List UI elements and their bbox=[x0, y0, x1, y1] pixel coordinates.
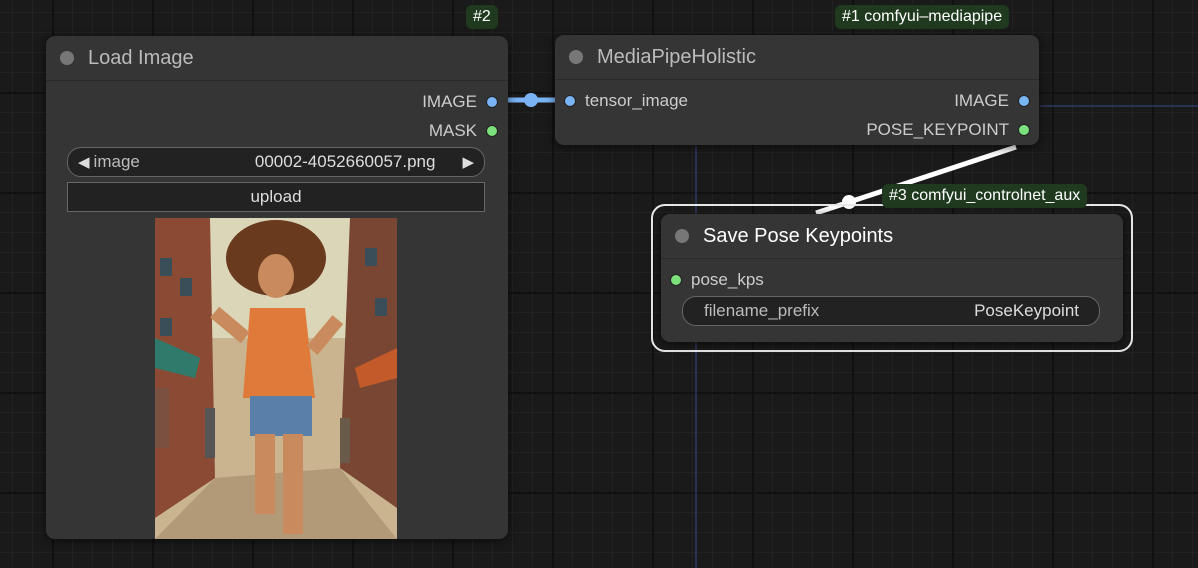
decrement-arrow-icon[interactable]: ◀ bbox=[78, 153, 90, 171]
mediapipe-header[interactable]: MediaPipeHolistic bbox=[555, 35, 1039, 80]
input-label: pose_kps bbox=[691, 270, 764, 289]
image-link-midpoint[interactable] bbox=[524, 93, 538, 107]
load-image-node[interactable]: Load Image IMAGE MASK ◀ image 00002-4052… bbox=[46, 36, 508, 539]
load-image-header[interactable]: Load Image bbox=[46, 36, 508, 81]
mediapipe-holistic-node[interactable]: MediaPipeHolistic tensor_image IMAGE POS… bbox=[555, 35, 1039, 145]
output-slot-icon[interactable] bbox=[486, 125, 498, 137]
input-label: tensor_image bbox=[585, 91, 689, 110]
output-slot-icon[interactable] bbox=[1018, 124, 1030, 136]
widget-value: 00002-4052660057.png bbox=[254, 152, 436, 171]
output-slot-icon[interactable] bbox=[1018, 95, 1030, 107]
collapse-dot-icon[interactable] bbox=[60, 51, 74, 65]
save-pose-keypoints-node[interactable]: Save Pose Keypoints pose_kps filename_pr… bbox=[661, 214, 1123, 342]
image-preview bbox=[155, 218, 397, 539]
input-pose-kps[interactable]: pose_kps bbox=[670, 270, 764, 290]
output-pose-keypoint[interactable]: POSE_KEYPOINT bbox=[866, 120, 1030, 140]
output-slot-icon[interactable] bbox=[486, 96, 498, 108]
filename-prefix-widget[interactable]: filename_prefix PoseKeypoint bbox=[682, 296, 1100, 326]
collapse-dot-icon[interactable] bbox=[675, 229, 689, 243]
output-mask[interactable]: MASK bbox=[429, 121, 498, 141]
node-id-badge-load-image: #2 bbox=[466, 5, 498, 29]
output-label: IMAGE bbox=[422, 92, 477, 111]
node-source-badge-save-pose: #3 comfyui_controlnet_aux bbox=[882, 184, 1088, 208]
output-image[interactable]: IMAGE bbox=[954, 91, 1030, 111]
increment-arrow-icon[interactable]: ▶ bbox=[462, 153, 474, 171]
node-title: Save Pose Keypoints bbox=[703, 224, 894, 247]
widget-label: image bbox=[93, 152, 140, 171]
node-source-badge-mediapipe: #1 comfyui–mediapipe bbox=[835, 5, 1010, 29]
output-label: POSE_KEYPOINT bbox=[866, 120, 1009, 139]
save-pose-header[interactable]: Save Pose Keypoints bbox=[661, 214, 1123, 259]
input-tensor-image[interactable]: tensor_image bbox=[564, 91, 688, 111]
node-title: Load Image bbox=[88, 46, 194, 69]
output-label: MASK bbox=[428, 121, 477, 140]
preview-illustration bbox=[155, 218, 397, 539]
output-image[interactable]: IMAGE bbox=[422, 92, 498, 112]
upload-button[interactable]: upload bbox=[67, 182, 485, 212]
input-slot-icon[interactable] bbox=[670, 274, 682, 286]
collapse-dot-icon[interactable] bbox=[569, 50, 583, 64]
widget-value: PoseKeypoint bbox=[974, 301, 1079, 320]
output-label: IMAGE bbox=[954, 91, 1009, 110]
node-title: MediaPipeHolistic bbox=[597, 45, 756, 68]
input-slot-icon[interactable] bbox=[564, 95, 576, 107]
widget-label: filename_prefix bbox=[704, 301, 820, 320]
image-combo-widget[interactable]: ◀ image 00002-4052660057.png ▶ bbox=[67, 147, 485, 177]
